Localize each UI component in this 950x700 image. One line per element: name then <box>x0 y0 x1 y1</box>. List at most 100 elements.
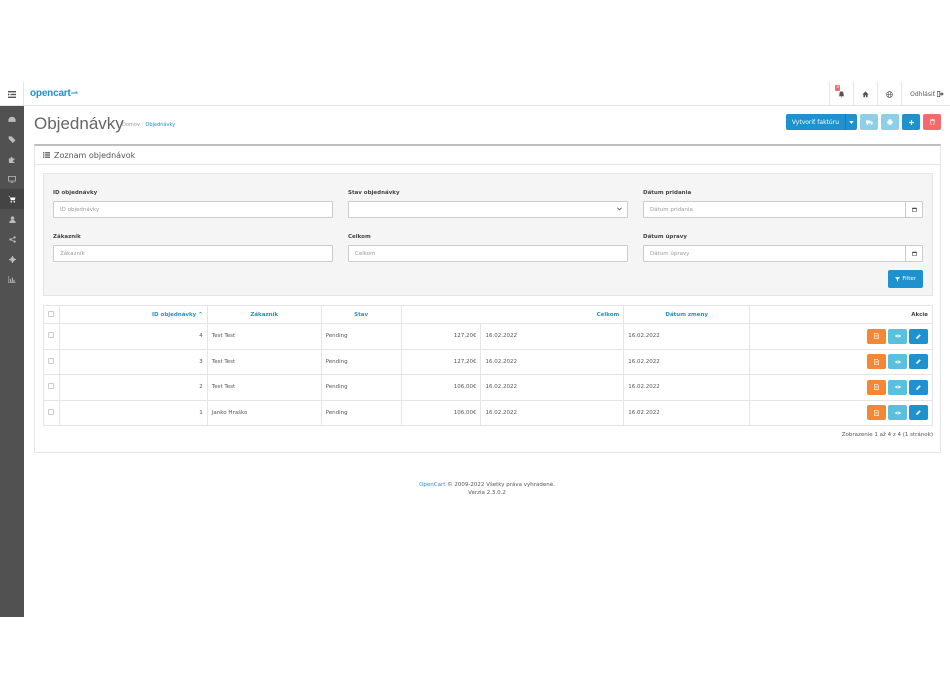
status-cell: Pending <box>320 348 402 375</box>
view-order-button[interactable] <box>888 328 907 344</box>
sidebar-item-dashboard[interactable] <box>0 109 24 129</box>
order-status-select[interactable] <box>348 201 628 218</box>
bell-icon <box>838 90 845 98</box>
shopping-cart-icon <box>8 195 16 203</box>
column-order-id[interactable]: ID objednávky ^ <box>58 305 208 324</box>
order-id-cell: 2 <box>58 374 208 401</box>
view-order-button[interactable] <box>888 354 907 370</box>
column-customer[interactable]: Zákazník <box>206 305 322 324</box>
eye-icon <box>894 385 901 389</box>
select-all-checkbox[interactable] <box>48 310 55 317</box>
row-checkbox[interactable] <box>48 332 54 339</box>
globe-icon <box>886 90 893 98</box>
caret-down-icon <box>849 120 854 124</box>
order-id-cell: 1 <box>58 399 208 426</box>
cog-icon <box>8 255 16 263</box>
edit-order-button[interactable] <box>909 405 928 421</box>
date-modified-input[interactable]: Dátum úpravy <box>643 245 923 262</box>
order-list-panel: Zoznam objednávok ID objednávky ID objed… <box>34 144 941 453</box>
table-header-row: ID objednávky ^ Zákazník Stav Celkom Dát… <box>43 305 933 324</box>
breadcrumb-home[interactable]: Domov <box>122 122 140 128</box>
date-added-input[interactable]: Dátum pridania <box>643 201 923 218</box>
breadcrumb-current[interactable]: Objednávky <box>146 122 176 128</box>
row-checkbox[interactable] <box>48 408 54 415</box>
sidebar-item-customers[interactable] <box>0 209 24 229</box>
panel-title: Zoznam objednávok <box>54 150 136 160</box>
orders-table: ID objednávky ^ Zákazník Stav Celkom Dát… <box>43 305 933 426</box>
opencart-logo[interactable]: opencart⇀ <box>30 88 78 99</box>
date-modified-cell: 16.02.2022 <box>623 399 751 426</box>
notifications-button[interactable]: 3 <box>829 82 853 106</box>
filter-date-added: Dátum pridania Dátum pridania <box>643 190 923 218</box>
date-added-cell: 16.02.2022 <box>480 399 625 426</box>
filter-status: Stav objednávky <box>348 190 628 218</box>
column-status[interactable]: Stav <box>320 305 402 324</box>
customer-input[interactable]: Zákazník <box>53 245 333 262</box>
shipping-button[interactable] <box>867 405 886 421</box>
row-checkbox[interactable] <box>48 383 54 390</box>
create-invoice-button[interactable]: Vytvoriť faktúru <box>785 114 845 130</box>
date-modified-placeholder: Dátum úpravy <box>650 250 690 257</box>
shipping-button[interactable] <box>867 379 886 395</box>
date-added-calendar-button[interactable] <box>905 202 922 217</box>
menu-toggle-button[interactable] <box>0 82 24 106</box>
logout-button[interactable]: Odhlásiť <box>901 82 950 106</box>
dashboard-icon <box>8 116 16 122</box>
print-icon <box>887 119 893 125</box>
column-date-modified[interactable]: Dátum zmeny <box>623 305 751 324</box>
sidebar-item-sales[interactable] <box>0 189 24 209</box>
user-icon <box>8 215 16 223</box>
sidebar-item-reports[interactable] <box>0 269 24 289</box>
date-modified-calendar-button[interactable] <box>905 246 922 261</box>
sidebar-item-extensions[interactable] <box>0 149 24 169</box>
globe-button[interactable] <box>877 82 901 106</box>
date-added-placeholder: Dátum pridania <box>650 206 693 213</box>
order-id-input[interactable]: ID objednávky <box>53 201 333 218</box>
document-icon <box>874 333 879 340</box>
eye-icon <box>894 411 901 415</box>
add-order-button[interactable] <box>902 114 920 130</box>
calendar-icon <box>911 251 917 256</box>
edit-order-button[interactable] <box>909 328 928 344</box>
edit-order-button[interactable] <box>909 354 928 370</box>
table-row: 3 Test Test Pending 127,20€ 16.02.2022 16.02.… <box>43 348 933 375</box>
shipping-button[interactable] <box>867 354 886 370</box>
filter-date-added-label: Dátum pridania <box>643 190 692 196</box>
eye-icon <box>894 334 901 338</box>
filter-total: Celkom Celkom <box>348 234 628 262</box>
sidebar-item-system[interactable] <box>0 249 24 269</box>
view-order-button[interactable] <box>888 379 907 395</box>
notifications-badge: 3 <box>835 85 841 91</box>
opencart-link[interactable]: OpenCart <box>419 482 445 488</box>
sidebar-item-design[interactable] <box>0 169 24 189</box>
row-action-buttons <box>754 354 928 370</box>
shipping-button[interactable] <box>867 328 886 344</box>
orders-table-body: 4 Test Test Pending 127,20€ 16.02.2022 16.02.… <box>43 323 933 426</box>
filter-order-id-label: ID objednávky <box>53 190 98 196</box>
page-title: Objednávky <box>34 114 124 133</box>
sidebar <box>0 106 24 617</box>
sidebar-item-marketing[interactable] <box>0 229 24 249</box>
logout-label: Odhlásiť <box>910 90 935 98</box>
print-invoice-button[interactable] <box>881 114 899 130</box>
view-order-button[interactable] <box>888 405 907 421</box>
total-input[interactable]: Celkom <box>348 245 628 262</box>
calendar-icon <box>911 207 917 212</box>
pencil-icon <box>916 385 921 390</box>
edit-order-button[interactable] <box>909 379 928 395</box>
shipping-list-button[interactable] <box>860 114 878 130</box>
total-cell: 127,20€ <box>400 323 482 350</box>
column-total[interactable]: Celkom <box>597 312 620 318</box>
invoice-dropdown-toggle[interactable] <box>845 114 857 130</box>
sidebar-item-catalog[interactable] <box>0 129 24 149</box>
select-all-cell <box>43 305 60 324</box>
home-button[interactable] <box>853 82 877 106</box>
order-id-cell: 4 <box>58 323 208 350</box>
list-icon <box>43 152 50 158</box>
status-cell: Pending <box>320 323 402 350</box>
footer-version: Verzia 2.3.0.2 <box>468 490 506 496</box>
delete-order-button[interactable] <box>923 114 941 130</box>
pagination-text: Zobrazenie 1 až 4 z 4 (1 stránok) <box>841 432 933 438</box>
filter-button[interactable]: Filter <box>888 270 923 288</box>
row-checkbox[interactable] <box>48 357 54 364</box>
